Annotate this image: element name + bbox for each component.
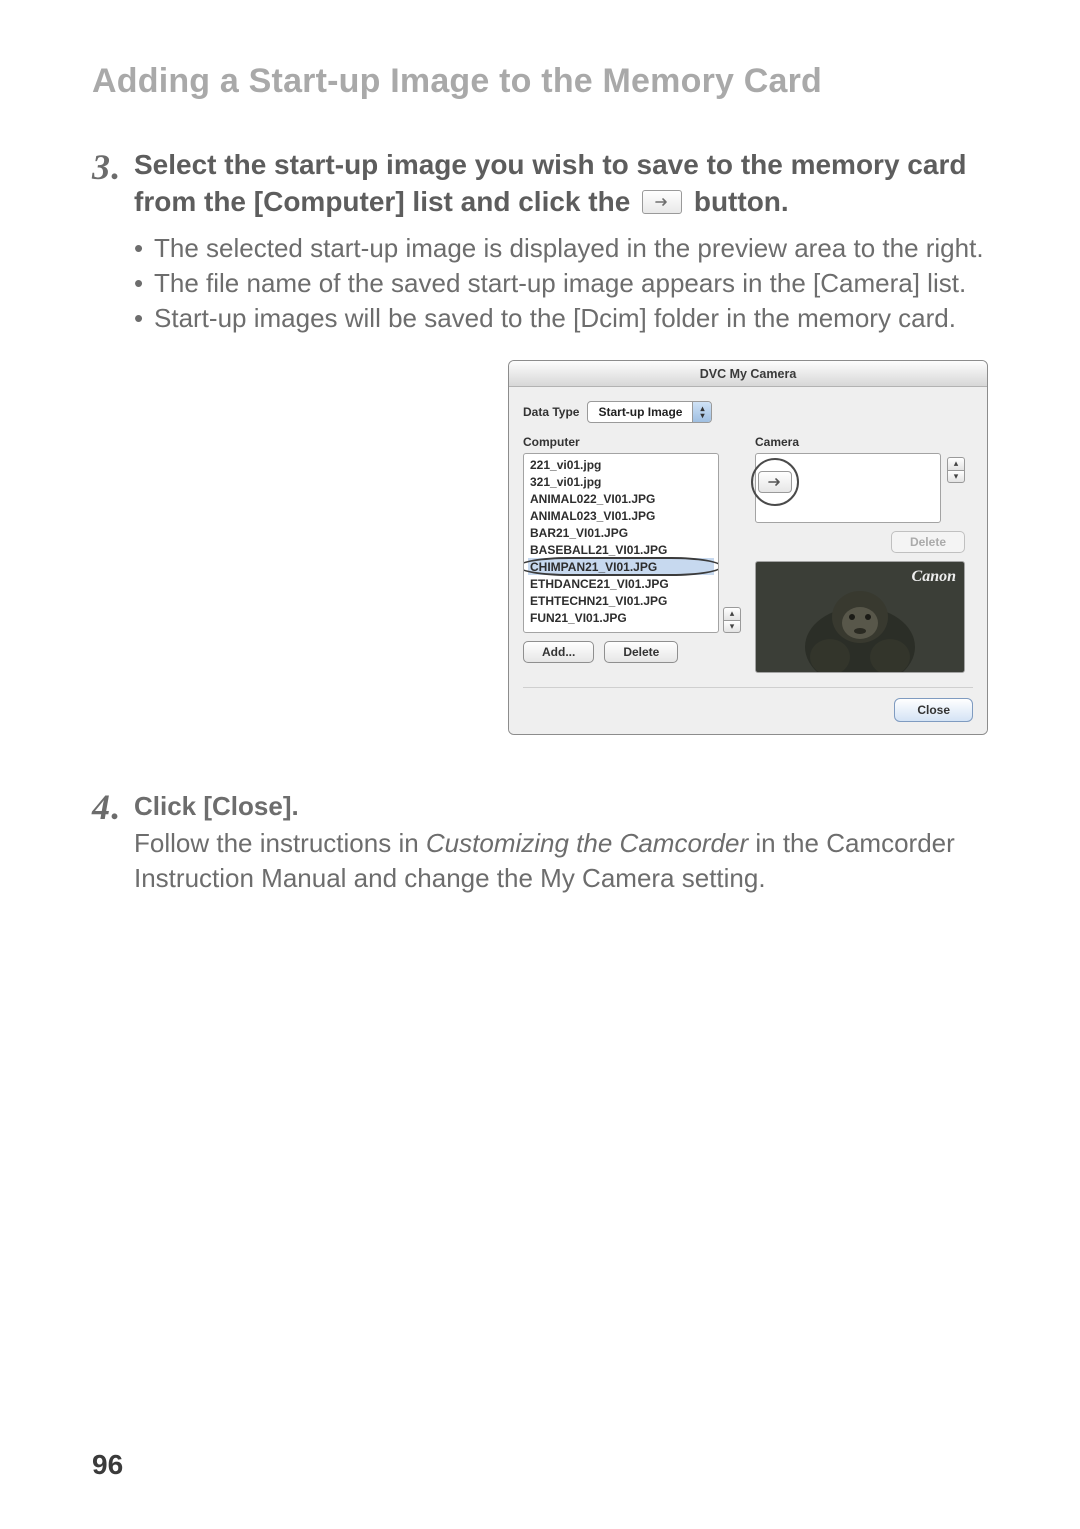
section-title: Adding a Start-up Image to the Memory Ca… (92, 62, 988, 101)
list-item-selected[interactable]: CHIMPAN21_VI01.JPG (528, 558, 714, 575)
list-item[interactable]: BASEBALL21_VI01.JPG (528, 541, 714, 558)
camera-delete-button[interactable]: Delete (891, 531, 965, 553)
select-arrows-icon: ▴▾ (692, 402, 711, 422)
transfer-right-icon (642, 190, 682, 214)
stepper-up-icon[interactable]: ▴ (723, 607, 741, 620)
step-4-heading: Click [Close]. (134, 789, 988, 824)
data-type-label: Data Type (523, 405, 579, 419)
dvc-my-camera-window: DVC My Camera Data Type Start-up Image ▴… (508, 360, 988, 735)
preview-image-gorilla (790, 577, 930, 672)
stepper-down-icon[interactable]: ▾ (723, 620, 741, 634)
list-item[interactable]: FUN21_VI01.JPG (528, 609, 714, 626)
bullet-item: Start-up images will be saved to the [Dc… (134, 301, 988, 336)
data-type-select-value: Start-up Image (588, 405, 692, 419)
preview-area: Canon (755, 561, 965, 673)
transfer-button-highlight (751, 458, 799, 506)
computer-list-stepper[interactable]: ▴ ▾ (723, 607, 741, 633)
computer-file-list[interactable]: 221_vi01.jpg 321_vi01.jpg ANIMAL022_VI01… (523, 453, 719, 633)
page-number: 96 (92, 1449, 123, 1481)
camera-list-stepper[interactable]: ▴ ▾ (947, 457, 965, 483)
computer-list-label: Computer (523, 435, 741, 449)
list-item[interactable]: ANIMAL022_VI01.JPG (528, 490, 714, 507)
stepper-up-icon[interactable]: ▴ (947, 457, 965, 470)
step-3-bullets: The selected start-up image is displayed… (134, 231, 988, 336)
bullet-item: The file name of the saved start-up imag… (134, 266, 988, 301)
cross-reference: Customizing the Camcorder (426, 828, 748, 858)
step-4-number: 4. (92, 789, 134, 825)
list-item[interactable]: ETHTECHN21_VI01.JPG (528, 592, 714, 609)
list-item[interactable]: ETHDANCE21_VI01.JPG (528, 575, 714, 592)
transfer-right-button[interactable] (758, 471, 792, 493)
add-button[interactable]: Add... (523, 641, 594, 663)
list-item[interactable]: 321_vi01.jpg (528, 473, 714, 490)
step-4-body: Follow the instructions in Customizing t… (134, 826, 988, 896)
step-3-heading: Select the start-up image you wish to sa… (134, 147, 988, 221)
window-title: DVC My Camera (509, 361, 987, 387)
stepper-down-icon[interactable]: ▾ (947, 470, 965, 484)
data-type-select[interactable]: Start-up Image ▴▾ (587, 401, 712, 423)
list-item[interactable]: BAR21_VI01.JPG (528, 524, 714, 541)
close-button[interactable]: Close (894, 698, 973, 722)
list-item[interactable]: 221_vi01.jpg (528, 456, 714, 473)
bullet-item: The selected start-up image is displayed… (134, 231, 988, 266)
step-3-number: 3. (92, 149, 134, 185)
computer-delete-button[interactable]: Delete (604, 641, 678, 663)
list-item[interactable]: ANIMAL023_VI01.JPG (528, 507, 714, 524)
camera-list-label: Camera (755, 435, 965, 449)
